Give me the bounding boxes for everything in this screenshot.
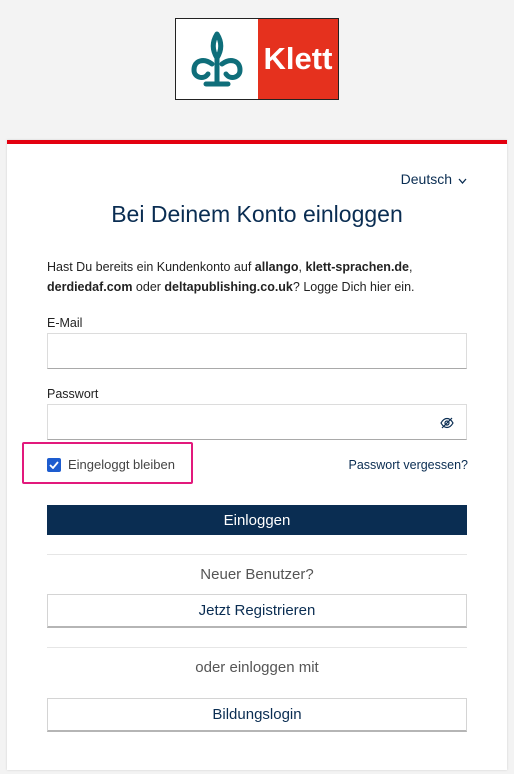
brand-allango: allango xyxy=(254,260,299,274)
brand-klett-sprachen: klett-sprachen.de xyxy=(305,260,410,274)
register-button[interactable]: Jetzt Registrieren xyxy=(47,594,467,628)
email-label: E-Mail xyxy=(47,316,83,330)
divider xyxy=(47,554,467,555)
language-selector[interactable]: Deutsch xyxy=(401,171,467,187)
login-button[interactable]: Einloggen xyxy=(47,505,467,535)
bildungslogin-button[interactable]: Bildungslogin xyxy=(47,698,467,732)
password-label: Passwort xyxy=(47,387,99,401)
divider xyxy=(47,647,467,648)
alt-login-prompt: oder einloggen mit xyxy=(195,659,319,676)
brand-derdiedaf: derdiedaf.com xyxy=(47,280,133,294)
klett-wordmark: Klett xyxy=(258,19,338,99)
page-title: Bei Deinem Konto einloggen xyxy=(111,201,403,227)
remember-label[interactable]: Eingeloggt bleiben xyxy=(68,457,175,472)
remember-checkbox[interactable] xyxy=(47,458,61,472)
chevron-down-icon xyxy=(458,171,467,187)
forgot-password-link[interactable]: Passwort vergessen? xyxy=(348,458,468,472)
klett-fleur-icon xyxy=(176,19,258,99)
password-field[interactable] xyxy=(48,405,466,439)
login-card: Deutsch Bei Deinem Konto einloggen Hast … xyxy=(7,140,507,770)
password-field-wrapper xyxy=(47,404,467,440)
klett-logo: Klett xyxy=(175,18,339,100)
email-field[interactable] xyxy=(48,334,466,368)
intro-text: Hast Du bereits ein Kundenkonto auf alla… xyxy=(47,260,415,294)
new-user-prompt: Neuer Benutzer? xyxy=(200,566,314,583)
email-field-wrapper xyxy=(47,333,467,369)
brand-deltapublishing: deltapublishing.co.uk xyxy=(164,280,293,294)
eye-slash-icon[interactable] xyxy=(440,416,454,434)
language-label: Deutsch xyxy=(400,171,452,187)
